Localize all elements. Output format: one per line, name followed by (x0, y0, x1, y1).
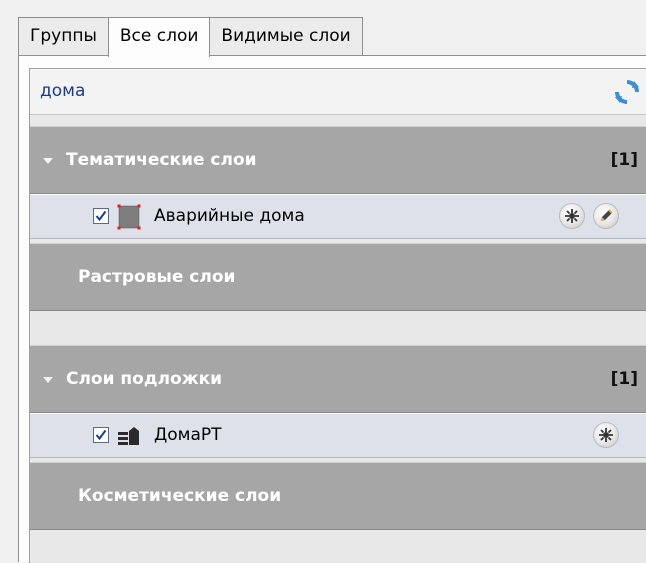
group-label: Слои подложки (66, 369, 223, 389)
group-header-thematic[interactable]: Тематические слои [1] (30, 126, 646, 194)
layer-name: Аварийные дома (154, 206, 305, 226)
tab-groups[interactable]: Группы (18, 17, 109, 55)
style-settings-icon[interactable] (559, 203, 585, 229)
expand-arrow-icon[interactable] (43, 158, 53, 164)
search-bar[interactable]: дома (30, 69, 646, 115)
group-header-cosmetic[interactable]: Косметические слои (30, 462, 646, 530)
group-count: [1] (610, 150, 638, 170)
group-label: Тематические слои (66, 150, 257, 170)
layers-tree: дома Тематические слои [1] Аварийные дом… (29, 68, 646, 563)
tab-all-layers[interactable]: Все слои (107, 17, 211, 57)
tab-bar: Группы Все слои Видимые слои (18, 17, 363, 57)
group-header-basemap[interactable]: Слои подложки [1] (30, 345, 646, 413)
stacked-layers-icon (118, 427, 139, 445)
layer-visibility-checkbox[interactable] (93, 427, 109, 443)
group-label: Косметические слои (78, 486, 282, 506)
edit-pencil-icon[interactable] (593, 203, 619, 229)
layer-row-emergency-houses[interactable]: Аварийные дома (30, 194, 646, 239)
layer-name: ДомаРТ (154, 425, 222, 445)
polygon-layer-icon (117, 204, 141, 230)
expand-arrow-icon[interactable] (43, 377, 53, 383)
layer-row-domart[interactable]: ДомаРТ (30, 413, 646, 458)
group-header-raster[interactable]: Растровые слои (30, 243, 646, 311)
style-settings-icon[interactable] (593, 422, 619, 448)
search-input[interactable]: дома (40, 69, 85, 114)
layers-panel: дома Тематические слои [1] Аварийные дом… (18, 55, 646, 563)
group-label: Растровые слои (78, 267, 236, 287)
layer-visibility-checkbox[interactable] (93, 208, 109, 224)
refresh-icon[interactable] (614, 79, 640, 105)
group-count: [1] (610, 369, 638, 389)
tab-visible-layers[interactable]: Видимые слои (209, 17, 363, 55)
